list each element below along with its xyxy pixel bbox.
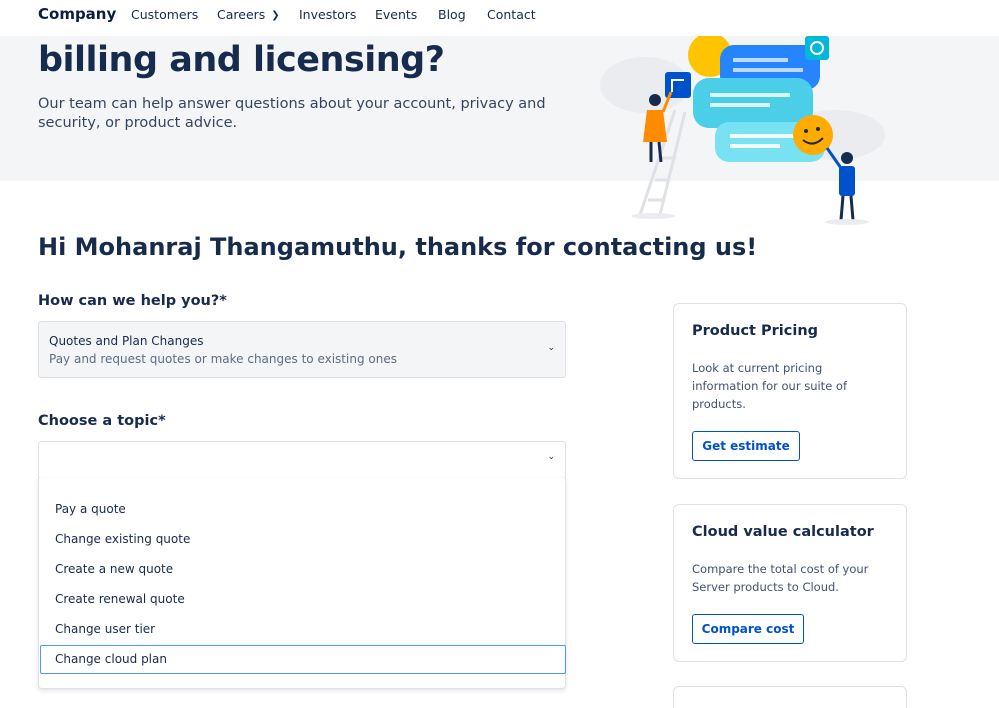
nav-item-customers[interactable]: Customers: [131, 7, 198, 22]
topic-option-change-cloud-plan[interactable]: Change cloud plan: [40, 645, 566, 674]
card-title: Cloud value calculator: [692, 524, 874, 540]
hero-subtitle: Our team can help answer questions about…: [38, 96, 546, 131]
nav-item-events[interactable]: Events: [375, 7, 417, 22]
topic-select[interactable]: ⌄: [38, 441, 566, 479]
top-navigation: Company Customers Careers ❯ Investors Eve…: [0, 0, 999, 36]
help-selected-description: Pay and request quotes or make changes t…: [49, 352, 397, 366]
topic-option-change-user-tier[interactable]: Change user tier: [40, 615, 566, 644]
help-selected-title: Quotes and Plan Changes: [49, 334, 204, 348]
help-label: How can we help you?*: [38, 293, 227, 309]
brand-logo[interactable]: Company: [38, 5, 116, 23]
chevron-down-icon: ⌄: [547, 343, 555, 353]
topic-dropdown-menu: Pay a quote Change existing quote Create…: [38, 478, 566, 689]
product-pricing-card: Product Pricing Look at current pricing …: [673, 303, 907, 479]
topic-option-change-existing-quote[interactable]: Change existing quote: [40, 525, 566, 554]
nav-item-careers-label: Careers: [217, 7, 266, 22]
topic-option-create-new-quote[interactable]: Create a new quote: [40, 555, 566, 584]
hero-title: billing and licensing?: [38, 40, 445, 80]
nav-item-investors[interactable]: Investors: [299, 7, 356, 22]
topic-label: Choose a topic*: [38, 413, 166, 429]
card-text: Look at current pricing information for …: [692, 361, 848, 411]
topic-option-pay-a-quote[interactable]: Pay a quote: [40, 495, 566, 524]
chevron-down-icon: ⌄: [547, 452, 555, 462]
greeting-heading: Hi Mohanraj Thangamuthu, thanks for cont…: [38, 233, 758, 261]
cloud-value-calculator-card: Cloud value calculator Compare the total…: [673, 504, 907, 662]
card-text: Compare the total cost of your Server pr…: [692, 562, 869, 594]
card-title: Product Pricing: [692, 323, 819, 339]
nav-item-blog[interactable]: Blog: [438, 7, 466, 22]
chevron-down-icon: ❯: [271, 10, 280, 21]
topic-option-create-renewal-quote[interactable]: Create renewal quote: [40, 585, 566, 614]
nav-item-contact[interactable]: Contact: [487, 7, 536, 22]
nav-item-careers[interactable]: Careers ❯: [217, 7, 280, 22]
get-estimate-button[interactable]: Get estimate: [692, 431, 800, 461]
support-chat-illustration: [600, 33, 885, 225]
compare-cost-button[interactable]: Compare cost: [692, 614, 804, 644]
help-select[interactable]: Quotes and Plan Changes Pay and request …: [38, 321, 566, 378]
additional-card: [673, 686, 907, 708]
